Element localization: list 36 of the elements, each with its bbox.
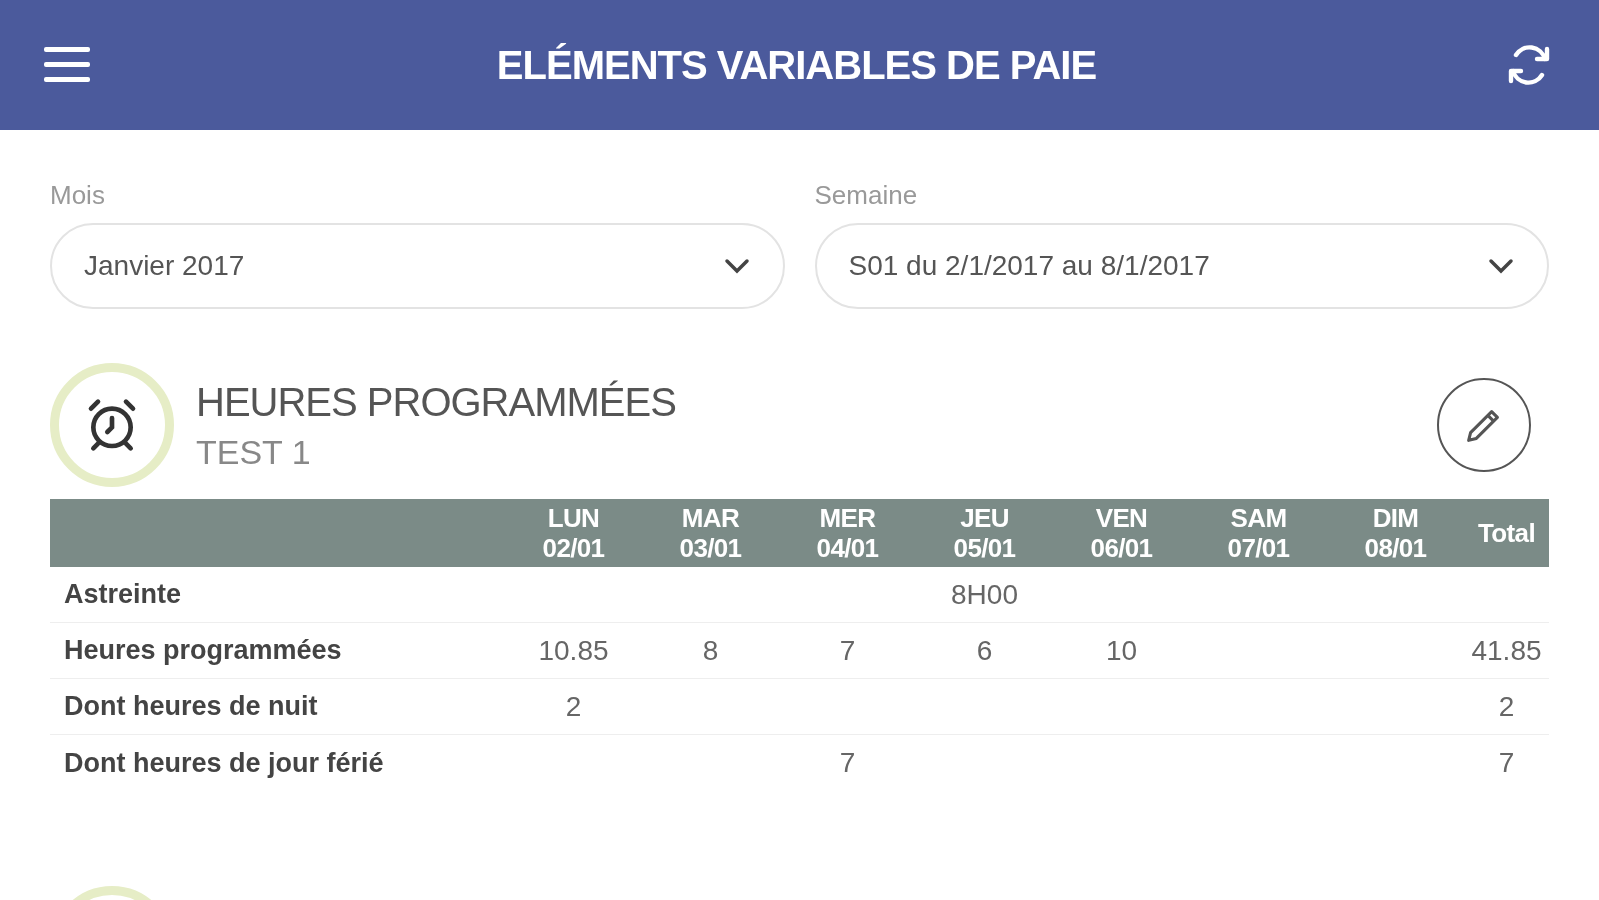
column-header: Total [1477,518,1536,548]
table-cell-text: 7 [838,633,857,668]
table-cell-text: 7 [1497,746,1516,780]
table-cell-text: 6 [975,633,994,668]
page-title: ELÉMENTS VARIABLES DE PAIE [496,42,1097,89]
edit-button[interactable] [1437,378,1531,472]
column-header: MAR 03/01 [678,503,743,563]
section-title: HEURES PROGRAMMÉES [196,378,676,426]
column-header: JEU 05/01 [952,503,1017,563]
column-header: VEN 06/01 [1089,503,1154,563]
chevron-down-icon [1487,257,1515,275]
row-label: Astreinte [63,578,183,612]
field-label: Semaine [814,179,919,212]
table-cell-text: 10.85 [537,633,610,668]
column-header: LUN 02/01 [541,503,606,563]
column-header: DIM 08/01 [1363,503,1428,563]
row-label: Dont heures de nuit [63,690,319,724]
table-cell-text: 8H00 [950,577,1019,612]
column-header: MER 04/01 [815,503,880,563]
table-cell-text: 2 [1497,689,1516,724]
row-label: Heures programmées [63,634,343,668]
column-header: SAM 07/01 [1226,503,1291,563]
section-subtitle: TEST 1 [196,431,312,473]
table-cell-text: 41.85 [1470,633,1543,668]
table-cell-text: 7 [838,746,857,780]
field-label: Mois [50,179,106,212]
table-cell-text: 2 [564,689,583,724]
dropdown-field[interactable]: Janvier 2017 [50,223,785,309]
dropdown-value: Janvier 2017 [84,249,245,283]
row-label: Dont heures de jour férié [63,746,385,780]
dropdown-field[interactable]: S01 du 2/1/2017 au 8/1/2017 [814,223,1549,309]
chevron-down-icon [722,257,751,275]
menu-icon[interactable] [44,45,90,85]
table-cell-text: 8 [701,633,720,668]
table-cell-text: 10 [1104,633,1139,668]
dropdown-value: S01 du 2/1/2017 au 8/1/2017 [848,249,1210,283]
